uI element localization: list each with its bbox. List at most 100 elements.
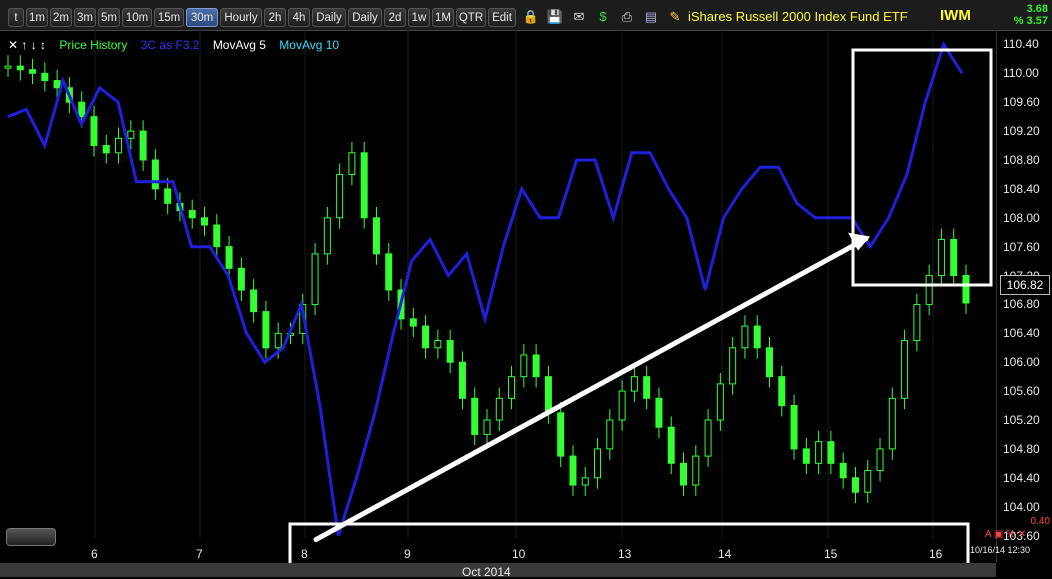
interval-button-4h[interactable]: 4h bbox=[288, 8, 310, 27]
legend-ma5[interactable]: MovAvg 5 bbox=[213, 38, 266, 52]
change-abs: 3.68 bbox=[1026, 3, 1048, 15]
price-candle-78 bbox=[962, 275, 970, 304]
price-candle-73 bbox=[901, 340, 909, 399]
price-candle-58 bbox=[716, 383, 724, 421]
interval-button-1w[interactable]: 1w bbox=[408, 8, 430, 27]
y-tick-label: 104.00 bbox=[1003, 499, 1040, 514]
y-tick-label: 108.80 bbox=[1003, 153, 1040, 167]
price-candle-64 bbox=[790, 405, 798, 450]
price-candle-0 bbox=[4, 65, 12, 69]
price-candle-70 bbox=[864, 470, 872, 493]
price-candle-3 bbox=[41, 72, 49, 82]
price-candle-47 bbox=[581, 477, 589, 486]
x-tick-label: 14 bbox=[718, 547, 732, 561]
price-candle-13 bbox=[164, 188, 172, 204]
chart-legend: ✕ ↑ ↓ ↕ Price History 3C as F3.2 MovAvg … bbox=[8, 38, 349, 52]
y-tick-label: 106.00 bbox=[1003, 355, 1040, 370]
y-tick-label: 104.80 bbox=[1003, 441, 1040, 456]
legend-price[interactable]: Price History bbox=[59, 38, 127, 52]
price-candle-29 bbox=[360, 152, 368, 219]
alert-flags[interactable]: A ▣ % ✕ bbox=[985, 529, 1026, 540]
legend-ma10[interactable]: MovAvg 10 bbox=[279, 38, 339, 52]
legend-3c[interactable]: 3C as F3.2 bbox=[141, 38, 200, 52]
legend-arrows[interactable]: ✕ ↑ ↓ ↕ bbox=[8, 38, 46, 52]
price-candle-41 bbox=[508, 376, 516, 399]
mail-icon[interactable]: ✉ bbox=[570, 8, 588, 26]
interval-button-30m[interactable]: 30m bbox=[186, 8, 218, 27]
price-candle-69 bbox=[851, 477, 859, 493]
price-candle-57 bbox=[704, 419, 712, 457]
price-candle-37 bbox=[458, 361, 466, 399]
price-candle-71 bbox=[876, 448, 884, 472]
price-candle-25 bbox=[311, 253, 319, 305]
price-candle-60 bbox=[741, 325, 749, 349]
price-candle-15 bbox=[188, 210, 196, 219]
price-candle-65 bbox=[802, 448, 810, 464]
y-tick-label: 105.20 bbox=[1003, 413, 1040, 427]
price-candle-77 bbox=[950, 238, 958, 277]
x-tick-label: 6 bbox=[91, 547, 98, 561]
interval-button-3m[interactable]: 3m bbox=[74, 8, 96, 27]
save-icon[interactable]: 💾 bbox=[546, 8, 564, 26]
y-tick-label: 109.20 bbox=[1003, 124, 1040, 139]
price-candle-75 bbox=[925, 275, 933, 305]
price-candle-44 bbox=[544, 376, 552, 414]
price-candle-59 bbox=[729, 347, 737, 385]
scroll-handle[interactable] bbox=[6, 528, 56, 546]
price-candle-40 bbox=[495, 397, 503, 421]
price-candle-31 bbox=[385, 253, 393, 291]
divergence-box bbox=[851, 48, 993, 287]
interval-button-qtr[interactable]: QTR bbox=[456, 8, 486, 27]
price-axis: 110.40 110.00 109.60 109.20 108.80 108.40 108.… bbox=[996, 30, 1052, 563]
interval-button-1m[interactable]: 1M bbox=[432, 8, 454, 27]
ticker-symbol: IWM bbox=[940, 7, 971, 24]
interval-button-daily[interactable]: Daily bbox=[348, 8, 382, 27]
price-candle-20 bbox=[250, 289, 258, 313]
price-candle-39 bbox=[483, 419, 491, 435]
price-candle-48 bbox=[594, 448, 602, 479]
price-candle-54 bbox=[667, 426, 675, 464]
x-tick-label: 8 bbox=[301, 547, 308, 561]
price-candle-21 bbox=[262, 311, 270, 349]
y-tick-label: 107.60 bbox=[1003, 239, 1040, 254]
change-pct: % 3.57 bbox=[1013, 15, 1048, 27]
interval-button-10m[interactable]: 10m bbox=[122, 8, 152, 27]
interval-button-15m[interactable]: 15m bbox=[154, 8, 184, 27]
interval-button-hourly[interactable]: Hourly bbox=[220, 8, 262, 27]
pencil-icon[interactable]: ✎ bbox=[666, 8, 684, 26]
price-candle-4 bbox=[53, 80, 61, 89]
interval-button-t[interactable]: t bbox=[8, 8, 24, 27]
price-candle-12 bbox=[151, 159, 159, 190]
price-candle-66 bbox=[815, 441, 823, 464]
interval-button-2d[interactable]: 2d bbox=[384, 8, 406, 27]
dollar-icon[interactable]: $ bbox=[594, 8, 612, 26]
price-candle-1 bbox=[16, 65, 24, 71]
interval-button-2h[interactable]: 2h bbox=[264, 8, 286, 27]
price-candle-53 bbox=[655, 397, 663, 428]
x-tick-label: 13 bbox=[618, 547, 632, 561]
price-candle-27 bbox=[336, 173, 344, 219]
price-candle-45 bbox=[557, 412, 565, 457]
y-tick-label: 109.60 bbox=[1003, 95, 1040, 110]
price-candle-63 bbox=[778, 376, 786, 407]
price-candle-10 bbox=[127, 130, 135, 139]
price-candle-2 bbox=[29, 69, 37, 74]
print-icon[interactable]: ⎙ bbox=[618, 8, 636, 26]
interval-button-daily[interactable]: Daily bbox=[312, 8, 346, 27]
card-icon[interactable]: ▤ bbox=[642, 8, 660, 26]
price-chart[interactable] bbox=[0, 30, 996, 563]
price-candle-35 bbox=[434, 340, 442, 349]
price-candle-11 bbox=[139, 130, 147, 161]
side-value: 0.40 bbox=[1030, 516, 1050, 527]
price-candle-55 bbox=[680, 462, 688, 486]
price-candle-33 bbox=[409, 318, 417, 327]
interval-button-edit[interactable]: Edit bbox=[488, 8, 516, 27]
interval-button-2m[interactable]: 2m bbox=[50, 8, 72, 27]
last-price-box: 106.82 bbox=[1000, 275, 1050, 295]
lock-icon[interactable]: 🔒 bbox=[522, 8, 540, 26]
x-tick-label: 9 bbox=[404, 547, 411, 561]
price-candle-49 bbox=[606, 419, 614, 450]
y-tick-label: 105.60 bbox=[1003, 384, 1040, 399]
interval-button-1m[interactable]: 1m bbox=[26, 8, 48, 27]
interval-button-5m[interactable]: 5m bbox=[98, 8, 120, 27]
